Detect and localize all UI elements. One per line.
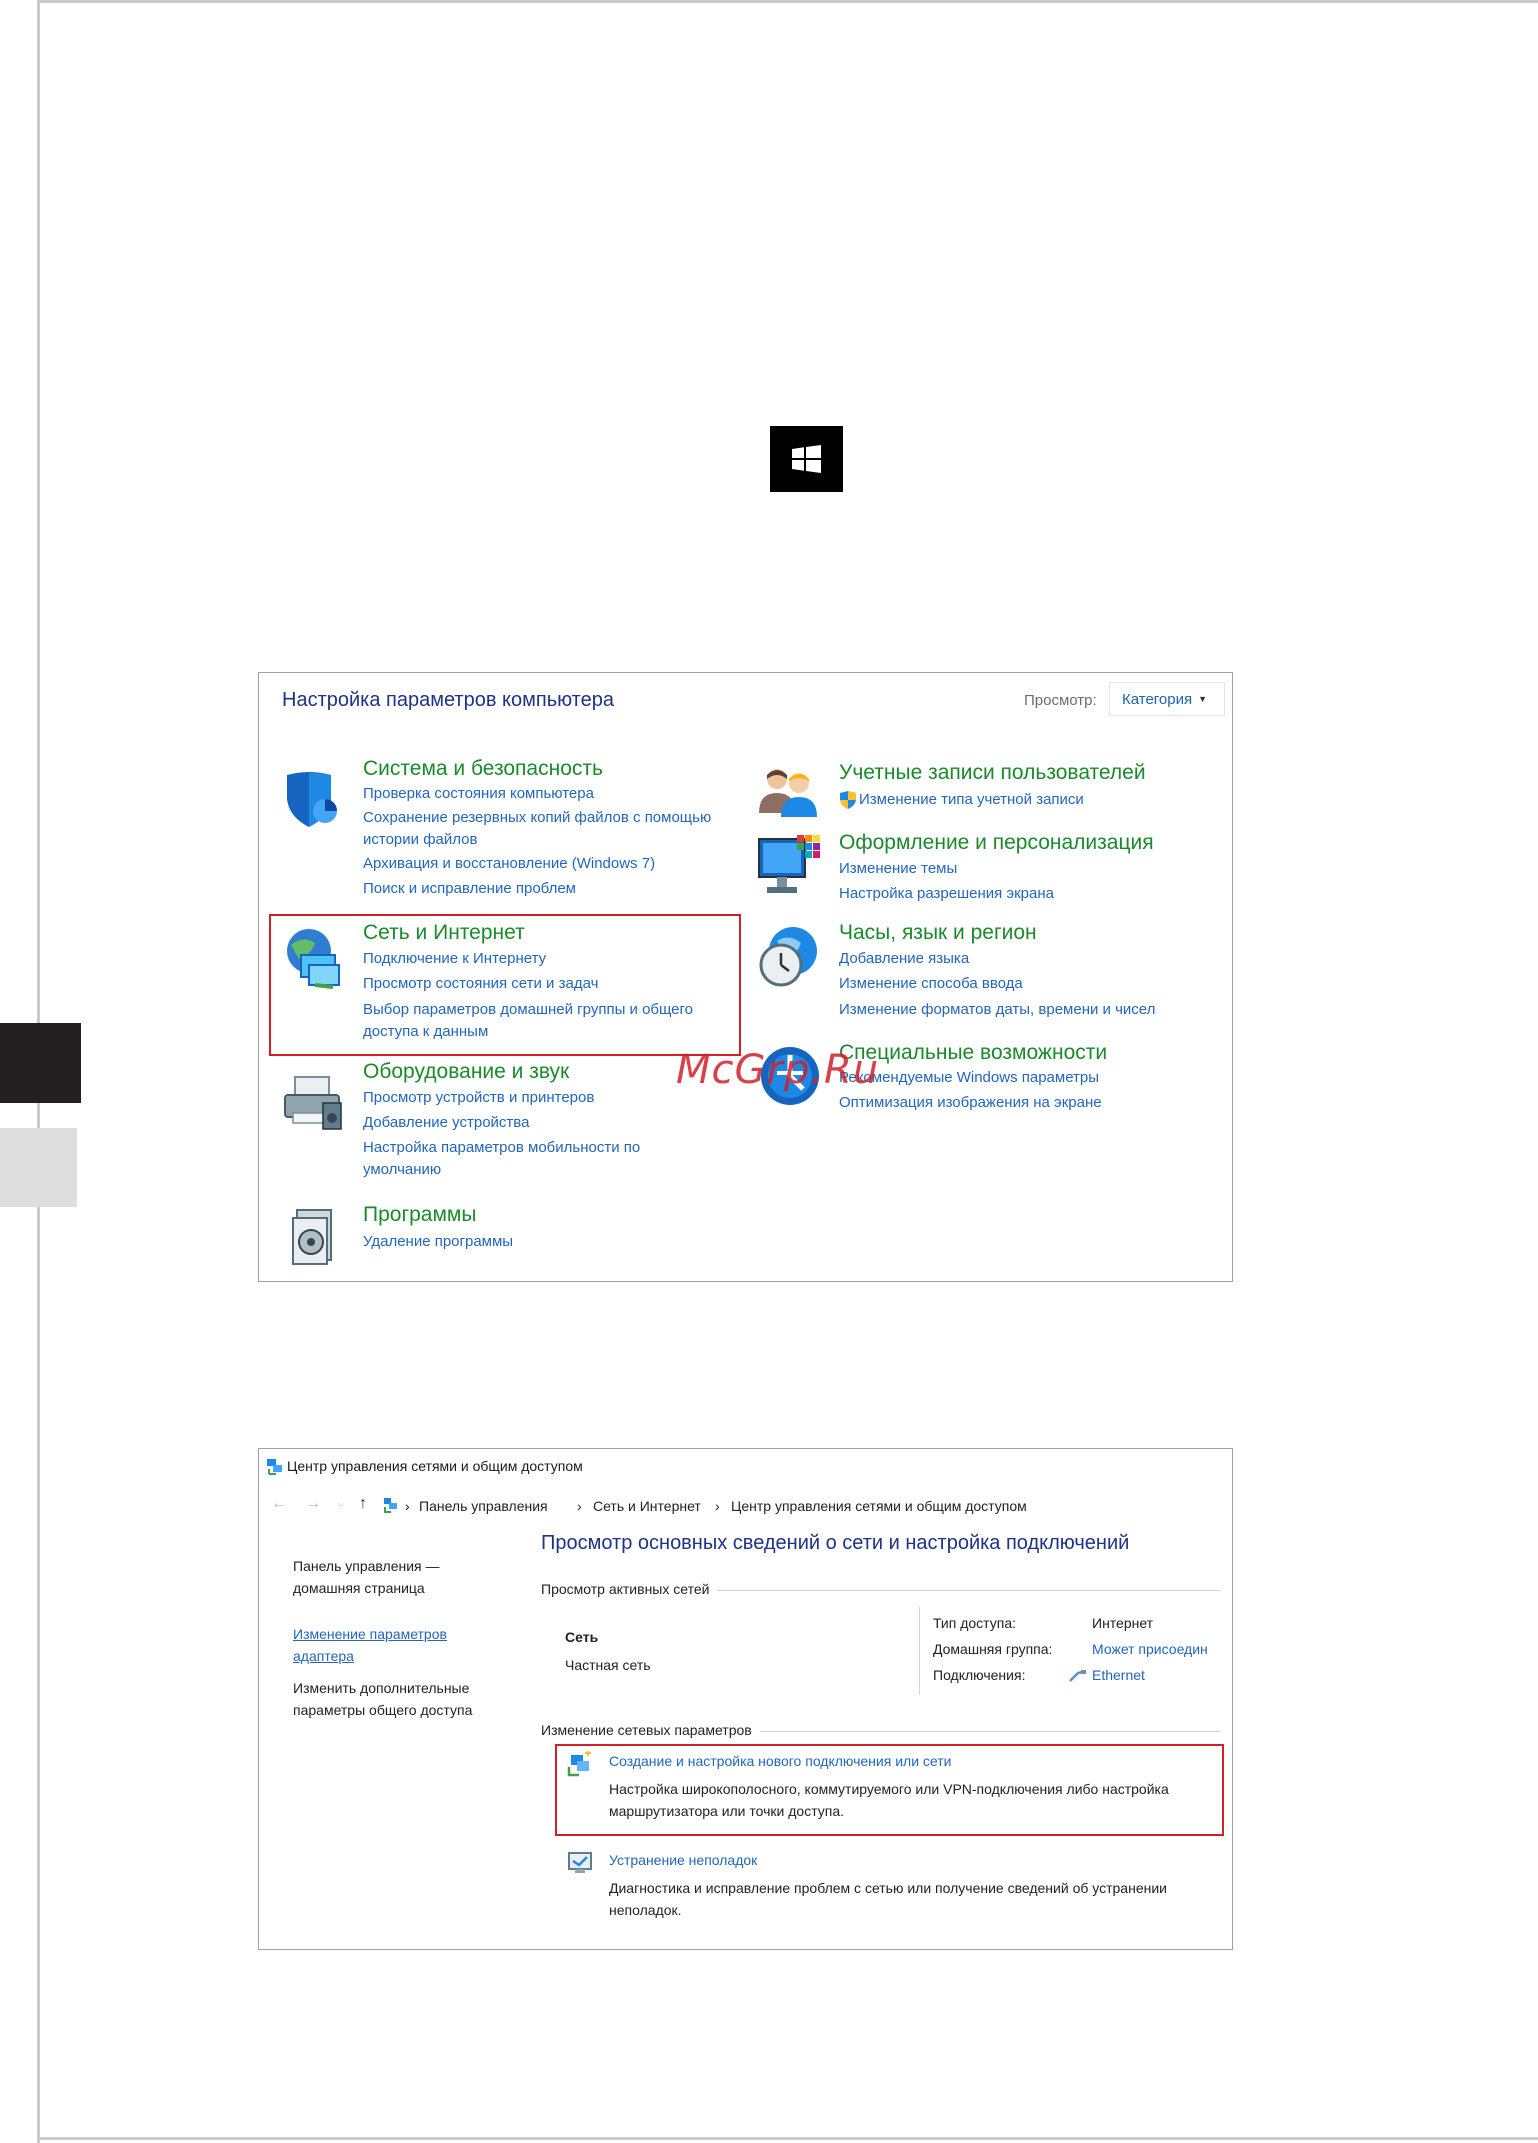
sidebar-home-line2[interactable]: домашняя страница: [293, 1577, 425, 1599]
page-border-top: [37, 0, 1538, 3]
up-arrow-icon[interactable]: ↑: [359, 1495, 367, 1513]
breadcrumb-control-panel[interactable]: Панель управления: [419, 1498, 548, 1514]
link-mobility-settings-cont[interactable]: умолчанию: [363, 1159, 441, 1181]
forward-arrow-icon[interactable]: →: [305, 1495, 321, 1513]
change-settings-label: Изменение сетевых параметров: [541, 1722, 760, 1738]
task-troubleshoot-desc-line1: Диагностика и исправление проблем с сеть…: [609, 1880, 1167, 1896]
sidebar-sharing-settings-line2[interactable]: параметры общего доступа: [293, 1699, 472, 1721]
window-title: Центр управления сетями и общим доступом: [287, 1458, 583, 1474]
appearance-monitor-icon: [757, 833, 821, 904]
recent-chevron-icon[interactable]: ⌵: [337, 1499, 345, 1510]
category-title-clock-language[interactable]: Часы, язык и регион: [839, 921, 1037, 945]
back-arrow-icon[interactable]: ←: [271, 1495, 287, 1513]
category-title-hardware-sound[interactable]: Оборудование и звук: [363, 1060, 569, 1084]
task-troubleshoot-desc-line2: неполадок.: [609, 1902, 682, 1918]
sidebar-sharing-settings-line1[interactable]: Изменить дополнительные: [293, 1677, 469, 1699]
network-center-screenshot: Центр управления сетями и общим доступом…: [258, 1448, 1233, 1950]
ethernet-icon: [1069, 1669, 1087, 1688]
category-title-system-security[interactable]: Система и безопасность: [363, 757, 603, 781]
breadcrumb-network-center[interactable]: Центр управления сетями и общим доступом: [731, 1498, 1027, 1514]
sidebar-home-line1[interactable]: Панель управления —: [293, 1555, 440, 1577]
breadcrumb-separator-icon: ›: [405, 1498, 410, 1514]
link-backup-file-history-cont[interactable]: истории файлов: [363, 829, 478, 851]
link-check-computer-status[interactable]: Проверка состояния компьютера: [363, 783, 594, 805]
active-networks-label: Просмотр активных сетей: [541, 1581, 718, 1597]
link-backup-restore-win7[interactable]: Архивация и восстановление (Windows 7): [363, 853, 655, 875]
users-icon: [757, 765, 819, 824]
highlight-frame-network: [269, 914, 741, 1056]
uac-shield-icon: [839, 790, 857, 815]
connections-label: Подключения:: [933, 1667, 1026, 1683]
link-date-time-formats[interactable]: Изменение форматов даты, времени и чисел: [839, 999, 1155, 1021]
ethernet-connection-link[interactable]: Ethernet: [1092, 1667, 1145, 1683]
link-add-language[interactable]: Добавление языка: [839, 948, 969, 970]
control-panel-title: Настройка параметров компьютера: [282, 689, 614, 711]
address-bar: ← → ⌵ ↑ › Панель управления › Сеть и Инт…: [259, 1489, 1232, 1523]
programs-icon: [289, 1206, 341, 1271]
printer-icon: [281, 1073, 347, 1138]
watermark-text: McGrp.Ru: [676, 1047, 880, 1093]
link-change-theme[interactable]: Изменение темы: [839, 858, 957, 880]
link-change-account-type[interactable]: Изменение типа учетной записи: [859, 789, 1084, 811]
breadcrumb-separator-icon: ›: [715, 1498, 720, 1514]
network-center-window-icon: [266, 1457, 284, 1480]
shield-icon: [281, 767, 341, 834]
link-mobility-settings[interactable]: Настройка параметров мобильности по: [363, 1137, 640, 1159]
highlight-frame-new-connection: [555, 1744, 1224, 1836]
category-title-programs[interactable]: Программы: [363, 1203, 476, 1227]
chevron-down-icon: ▼: [1198, 694, 1208, 704]
view-mode-value: Категория: [1122, 691, 1193, 708]
control-panel-screenshot: Настройка параметров компьютера Просмотр…: [258, 672, 1233, 1282]
category-title-user-accounts[interactable]: Учетные записи пользователей: [839, 761, 1146, 785]
link-screen-resolution[interactable]: Настройка разрешения экрана: [839, 883, 1054, 905]
link-change-input-method[interactable]: Изменение способа ввода: [839, 973, 1023, 995]
view-label: Просмотр:: [1024, 692, 1097, 709]
homegroup-value-link[interactable]: Может присоедин: [1092, 1641, 1208, 1657]
windows-key-icon: [770, 426, 843, 492]
link-troubleshoot[interactable]: Поиск и исправление проблем: [363, 878, 576, 900]
task-troubleshoot-link[interactable]: Устранение неполадок: [609, 1852, 757, 1868]
network-center-heading: Просмотр основных сведений о сети и наст…: [541, 1532, 1130, 1554]
link-optimize-display[interactable]: Оптимизация изображения на экране: [839, 1092, 1102, 1114]
access-type-label: Тип доступа:: [933, 1615, 1017, 1631]
view-mode-dropdown[interactable]: Категория ▼: [1109, 682, 1225, 716]
chapter-tab-dark: [0, 1023, 81, 1103]
category-title-ease-of-access[interactable]: Специальные возможности: [839, 1041, 1107, 1065]
breadcrumb-network-internet[interactable]: Сеть и Интернет: [593, 1498, 701, 1514]
homegroup-label: Домашняя группа:: [933, 1641, 1053, 1657]
sidebar-adapter-settings-line1[interactable]: Изменение параметров: [293, 1623, 447, 1645]
breadcrumb-separator-icon: ›: [577, 1498, 582, 1514]
clock-globe-icon: [757, 925, 821, 994]
link-backup-file-history[interactable]: Сохранение резервных копий файлов с помо…: [363, 807, 711, 829]
control-panel-breadcrumb-icon: [383, 1497, 399, 1518]
network-type[interactable]: Частная сеть: [565, 1657, 651, 1673]
network-name: Сеть: [565, 1629, 599, 1645]
chapter-tab-light: [0, 1128, 77, 1207]
category-title-appearance[interactable]: Оформление и персонализация: [839, 831, 1154, 855]
link-devices-printers[interactable]: Просмотр устройств и принтеров: [363, 1087, 594, 1109]
troubleshoot-icon: [567, 1851, 593, 1880]
page-border-bottom: [37, 2137, 1538, 2140]
sidebar-adapter-settings-line2[interactable]: адаптера: [293, 1645, 354, 1667]
details-divider: [919, 1607, 920, 1695]
access-type-value: Интернет: [1092, 1615, 1154, 1631]
link-add-device[interactable]: Добавление устройства: [363, 1112, 529, 1134]
link-uninstall-program[interactable]: Удаление программы: [363, 1231, 513, 1253]
